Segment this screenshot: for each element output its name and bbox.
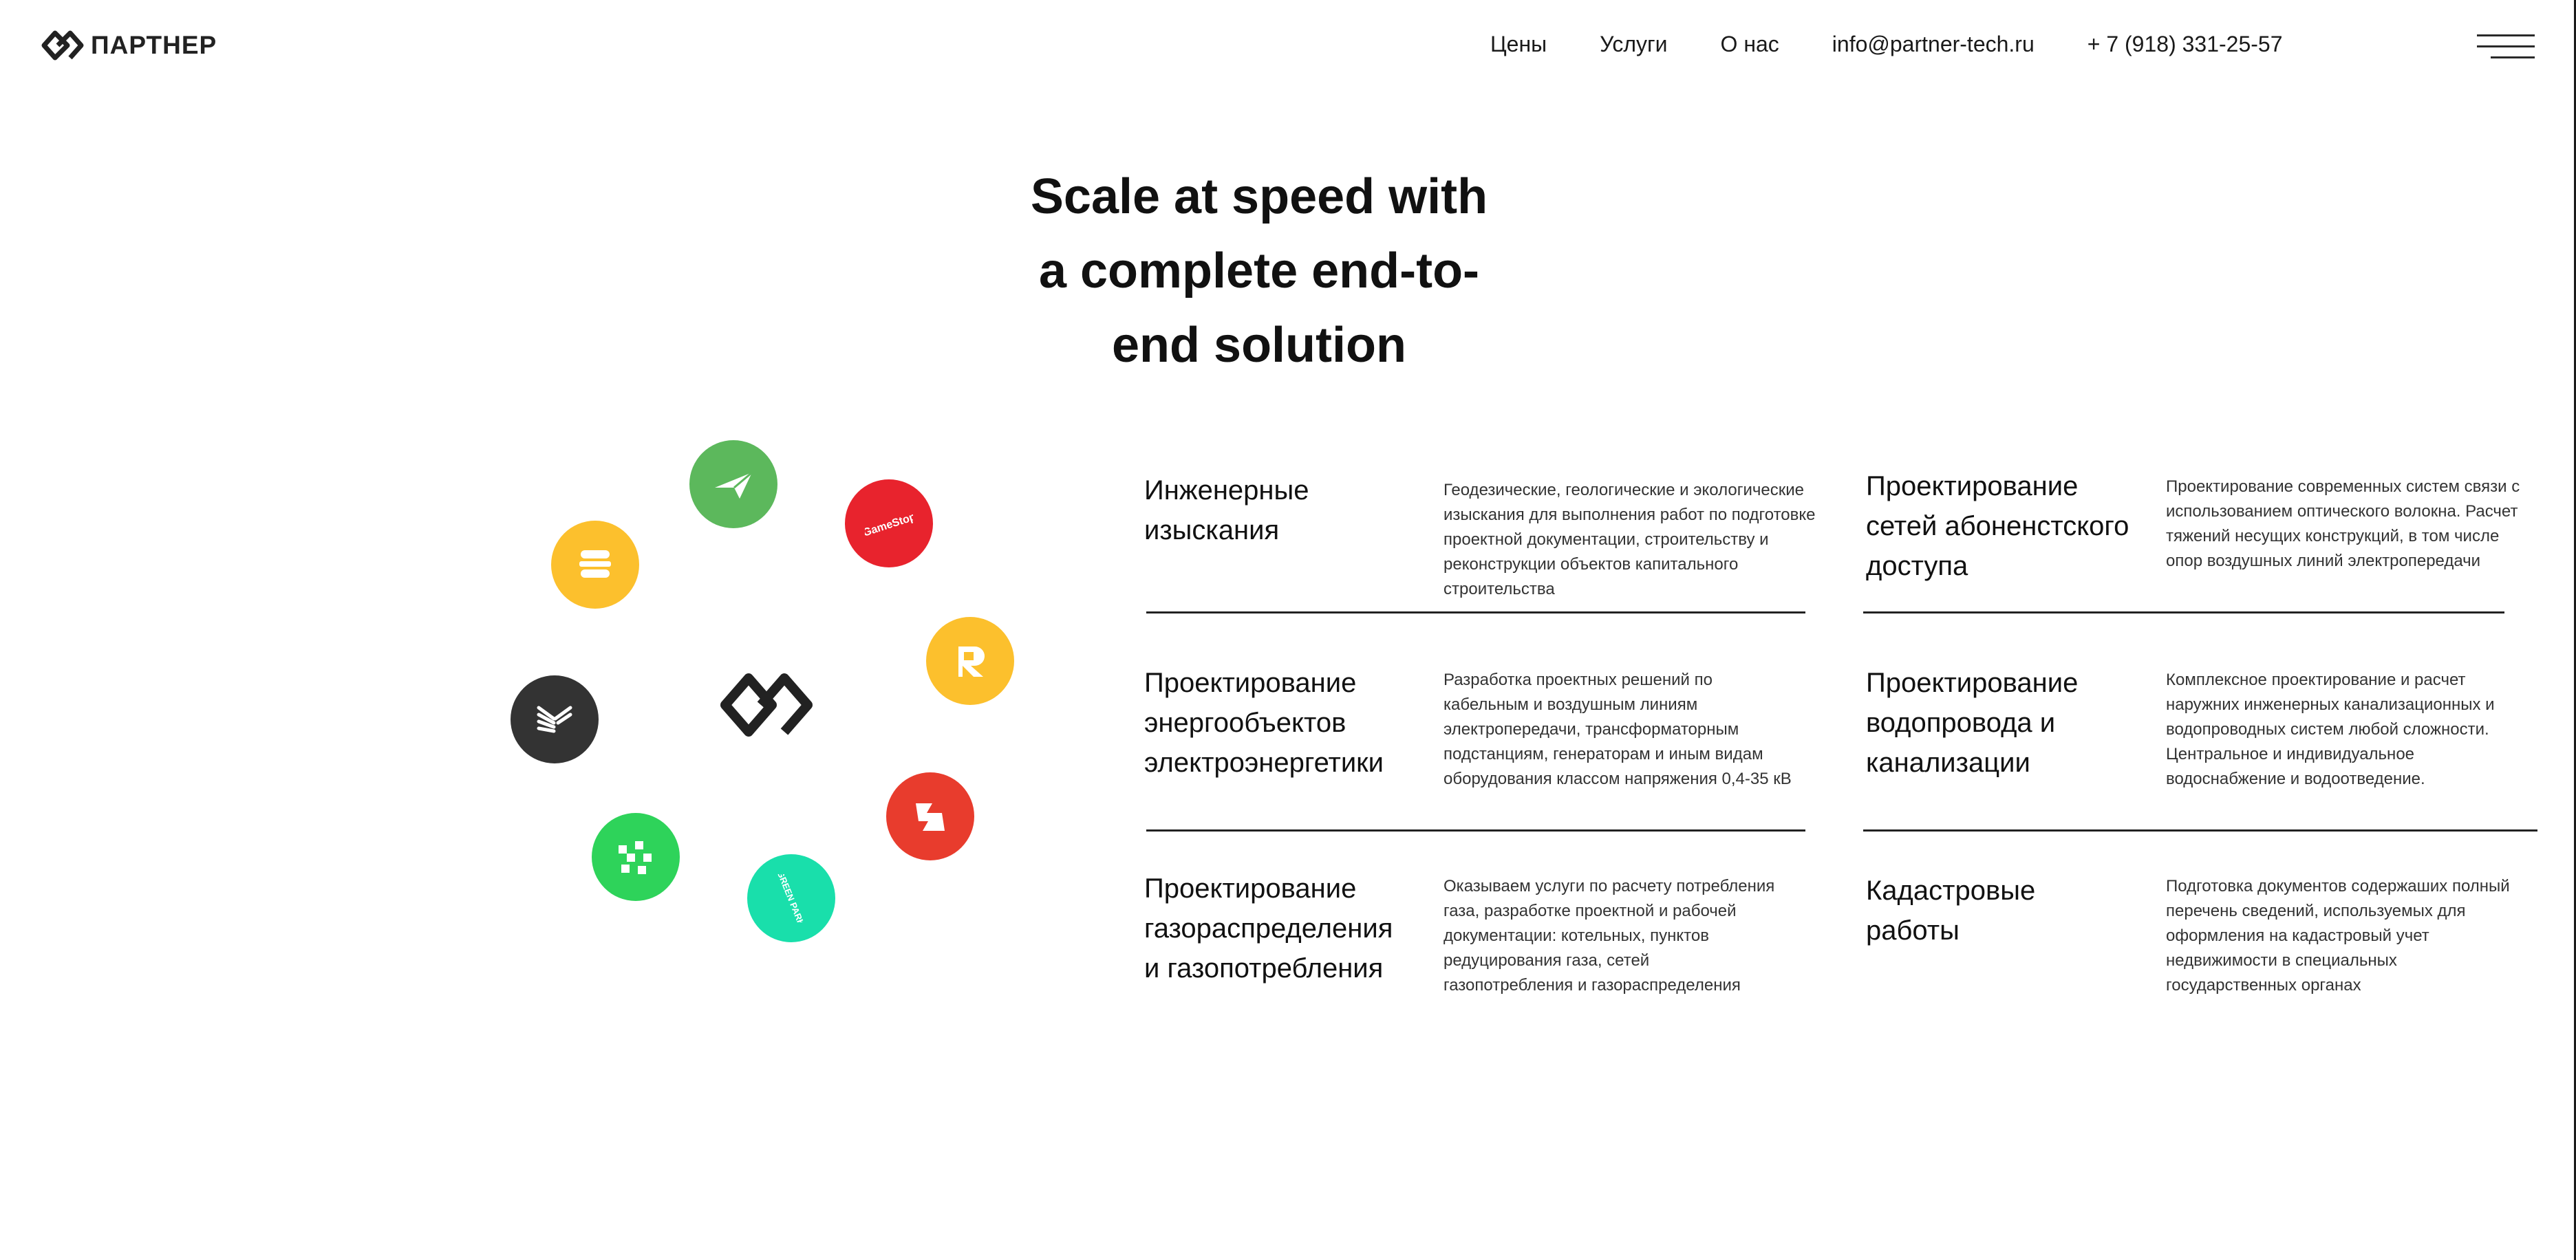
hero-line: end solution (1112, 318, 1406, 373)
title-line: энергообъектов (1144, 708, 1346, 738)
desc-line: недвижимости в специальных (2166, 951, 2397, 970)
hero-title: Scale at speed with a complete end-to- e… (984, 160, 1534, 382)
desc-line: Оказываем услуги по расчету потребления (1443, 877, 1775, 895)
service-desc-cadastral-works: Подготовка документов содержаших полный … (2166, 874, 2510, 998)
desc-line: строительства (1443, 580, 1555, 598)
title-line: изыскания (1144, 515, 1280, 545)
partner-circle-burger (551, 521, 639, 609)
partner-logo-icon (41, 30, 84, 61)
partner-circle-paper-plane (689, 440, 777, 528)
service-desc-engineering-surveys: Геодезические, геологические и экологиче… (1443, 478, 1816, 602)
title-line: Проектирование (1144, 873, 1357, 904)
desc-line: редуцирования газа, сетей (1443, 951, 1650, 970)
title-line: Инженерные (1144, 475, 1309, 506)
row-divider (1863, 611, 2504, 613)
partners-orbit: GameStop GREEN PARK (482, 413, 1101, 977)
row-divider (1146, 611, 1805, 613)
title-line: доступа (1866, 551, 1968, 581)
burger-logo-icon (579, 550, 611, 578)
nav-phone[interactable]: + 7 (918) 331-25-57 (2087, 32, 2283, 57)
nav-prices[interactable]: Цены (1490, 32, 1547, 57)
partner-circle-r (926, 617, 1014, 705)
partner-circle-wing (511, 675, 599, 763)
menu-line (2477, 34, 2535, 36)
brand-name: ПАРТНЕР (91, 31, 217, 59)
center-partner-logo-icon (720, 673, 813, 737)
hamburger-menu-button[interactable] (2477, 34, 2535, 63)
service-desc-access-networks: Проектирование современных систем связи … (2166, 475, 2520, 574)
desc-line: государственных органах (2166, 976, 2361, 995)
desc-line: подстанциям, генераторам и иным видам (1443, 745, 1763, 763)
desc-line: водопроводных систем любой сложности. (2166, 720, 2489, 739)
service-title-access-networks[interactable]: Проектирование сетей абоненстского досту… (1866, 466, 2129, 586)
desc-line: Разработка проектных решений по (1443, 671, 1713, 689)
nav-about[interactable]: О нас (1721, 32, 1779, 57)
partner-circle-m (886, 772, 974, 860)
nav-email[interactable]: info@partner-tech.ru (1832, 32, 2035, 57)
top-navigation: Цены Услуги О нас info@partner-tech.ru +… (1490, 32, 2283, 57)
desc-line: изыскания для выполнения работ по подгот… (1443, 506, 1816, 524)
green-park-text: GREEN PARK (775, 874, 807, 922)
service-title-power-facilities[interactable]: Проектирование энергообъектов электроэне… (1144, 663, 1384, 783)
title-line: электроэнергетики (1144, 748, 1384, 778)
title-line: газораспределения (1144, 913, 1393, 944)
title-line: Проектирование (1866, 668, 2079, 698)
service-desc-gas-distribution: Оказываем услуги по расчету потребления … (1443, 874, 1774, 998)
title-line: водопровода и (1866, 708, 2056, 738)
gamestop-text: GameStop (865, 511, 913, 539)
desc-line: проектной документации, строительству и (1443, 530, 1769, 549)
m-logo-icon (916, 803, 945, 831)
nav-services[interactable]: Услуги (1600, 32, 1667, 57)
hero-line: a complete end-to- (1038, 243, 1480, 298)
title-line: Проектирование (1144, 668, 1357, 698)
partner-circle-checker (592, 813, 680, 901)
desc-line: использованием оптического волокна. Расч… (2166, 502, 2518, 521)
service-desc-water-sewerage: Комплексное проектирование и расчет нару… (2166, 668, 2495, 792)
title-line: канализации (1866, 748, 2030, 778)
desc-line: перечень сведений, используемых для (2166, 902, 2466, 920)
desc-line: оборудования классом напряжения 0,4-35 к… (1443, 770, 1792, 788)
desc-line: тяжений несущих конструкций, в том числе (2166, 527, 2500, 545)
paper-plane-icon (715, 471, 753, 499)
partner-circle-green-park: GREEN PARK (747, 854, 835, 942)
title-line: Кадастровые (1866, 876, 2036, 906)
menu-line (2491, 56, 2535, 58)
desc-line: газопотребления и газораспределения (1443, 976, 1741, 995)
hero-line: Scale at speed with (1030, 169, 1488, 224)
row-divider (1863, 829, 2537, 832)
title-line: Проектирование (1866, 471, 2079, 501)
wing-logo-icon (537, 706, 572, 733)
r-logo-icon (958, 647, 985, 677)
title-line: и газопотребления (1144, 953, 1384, 984)
desc-line: Геодезические, геологические и экологиче… (1443, 481, 1804, 499)
desc-line: Комплексное проектирование и расчет (2166, 671, 2466, 689)
green-park-logo-icon: GREEN PARK (775, 874, 807, 922)
service-title-cadastral-works[interactable]: Кадастровые работы (1866, 871, 2035, 951)
service-title-engineering-surveys[interactable]: Инженерные изыскания (1144, 470, 1309, 550)
desc-line: реконструкции объектов капитального (1443, 555, 1739, 574)
desc-line: водоснабжение и водоотведение. (2166, 770, 2425, 788)
service-desc-power-facilities: Разработка проектных решений по кабельны… (1443, 668, 1792, 792)
service-title-gas-distribution[interactable]: Проектирование газораспределения и газоп… (1144, 869, 1393, 988)
checker-logo-icon (619, 841, 652, 874)
desc-line: Проектирование современных систем связи … (2166, 477, 2520, 496)
service-title-water-sewerage[interactable]: Проектирование водопровода и канализации (1866, 663, 2078, 783)
desc-line: наружних инженерных канализационных и (2166, 695, 2495, 714)
row-divider (1146, 829, 1805, 832)
desc-line: кабельным и воздушным линиям (1443, 695, 1698, 714)
title-line: сетей абоненстского (1866, 511, 2129, 541)
desc-line: документации: котельных, пунктов (1443, 926, 1709, 945)
desc-line: оформления на кадастровый учет (2166, 926, 2429, 945)
desc-line: электропередачи, трансформаторным (1443, 720, 1739, 739)
desc-line: Центральное и индивидуальное (2166, 745, 2415, 763)
desc-line: Подготовка документов содержаших полный (2166, 877, 2510, 895)
desc-line: опор воздушных линий электропередачи (2166, 552, 2481, 570)
gamestop-logo-icon: GameStop (865, 511, 913, 539)
desc-line: газа, разработке проектной и рабочей (1443, 902, 1737, 920)
title-line: работы (1866, 915, 1960, 946)
partner-circle-gamestop: GameStop (845, 479, 933, 567)
brand-logo[interactable]: ПАРТНЕР (40, 26, 217, 65)
menu-line (2477, 45, 2535, 47)
